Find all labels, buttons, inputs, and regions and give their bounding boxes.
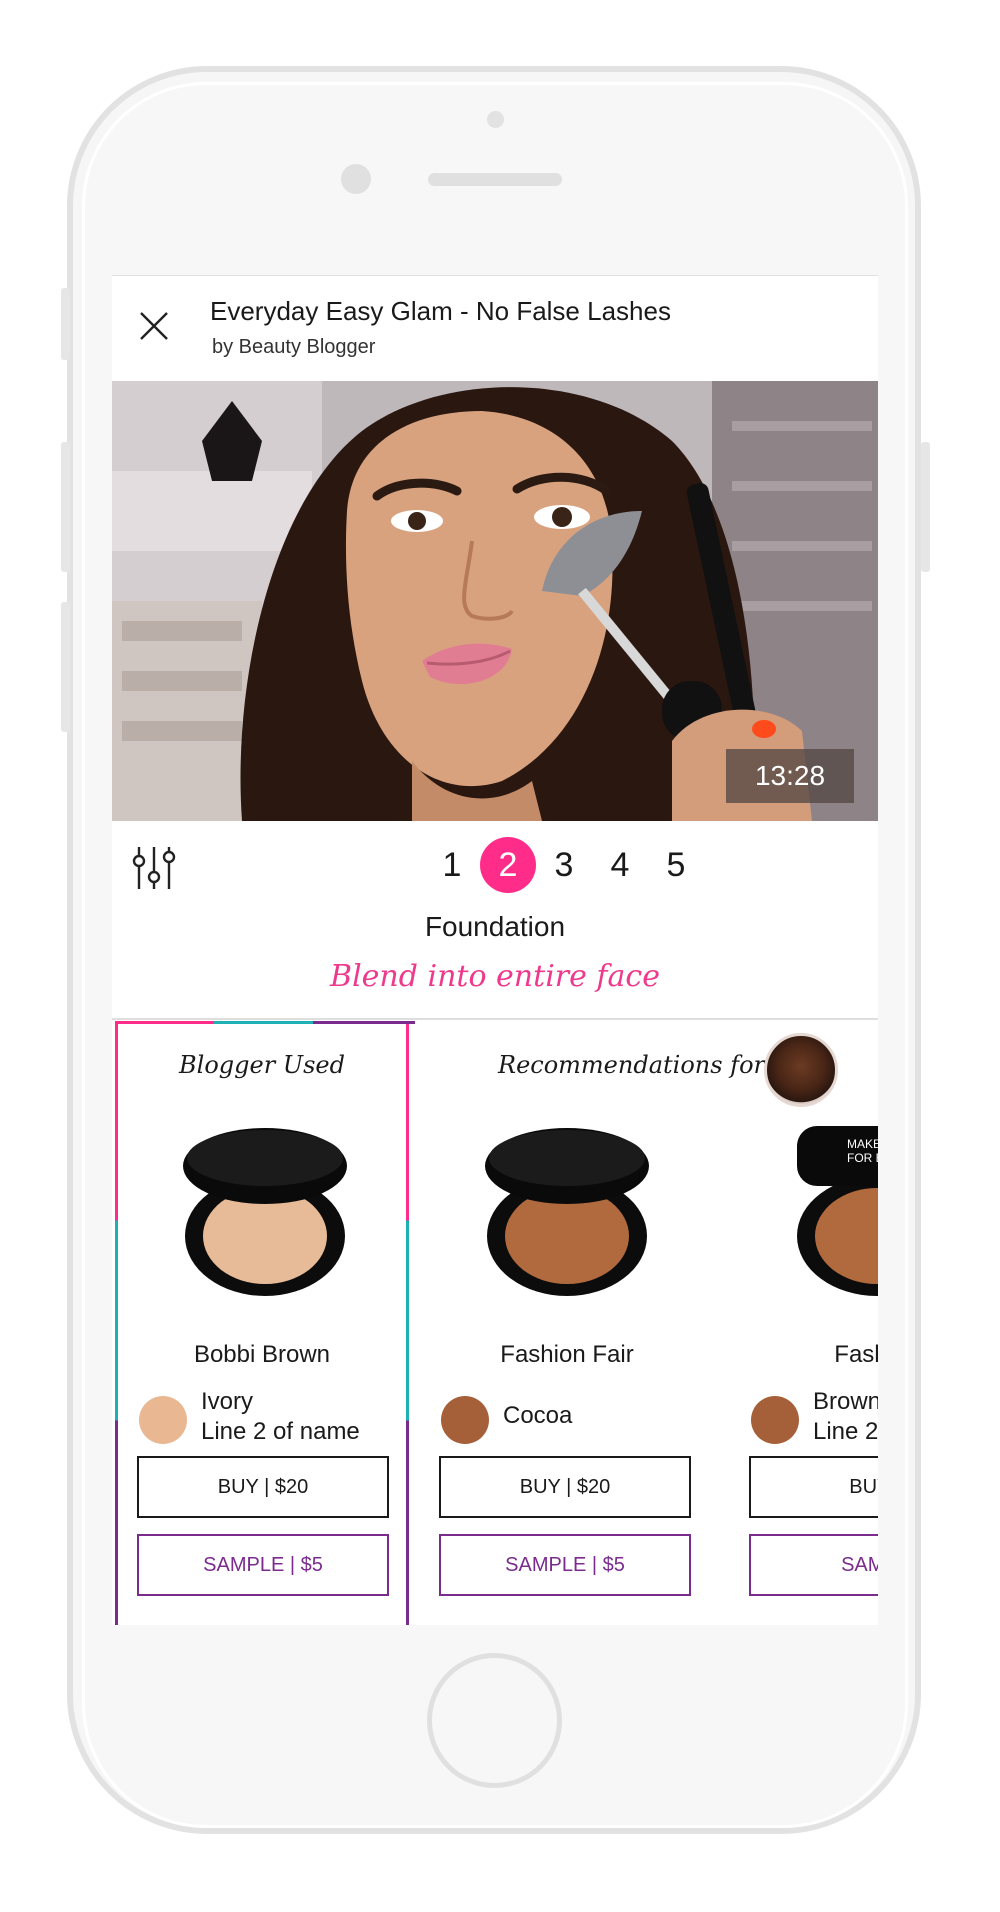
sample-button[interactable]: SAMPL (749, 1534, 878, 1596)
sample-button[interactable]: SAMPLE | $5 (439, 1534, 691, 1596)
product-image (183, 1128, 347, 1296)
buy-button[interactable]: BUY | (749, 1456, 878, 1518)
phone-silent-switch (61, 288, 70, 360)
video-title: Everyday Easy Glam - No False Lashes (210, 296, 671, 326)
shade-name: Ivory Line 2 of name (201, 1388, 360, 1445)
sample-button[interactable]: SAMPLE | $5 (137, 1534, 389, 1596)
step-tip: Blend into entire face (330, 959, 660, 994)
recommendation-card: MAKE FOR E Fashion Brown Line 2 BUY | SA… (727, 1021, 878, 1625)
product-image: MAKE FOR E (797, 1126, 878, 1296)
step-controls: 1 2 3 4 5 Foundation Blend into entire f… (112, 821, 878, 1021)
video-player[interactable]: 13:28 (112, 381, 878, 821)
step-1[interactable]: 1 (424, 837, 480, 893)
shade-name: Cocoa (503, 1402, 573, 1429)
phone-power-button (921, 442, 930, 572)
recommendation-card: Fashion Fair Cocoa BUY | $20 SAMPLE | $5 (417, 1021, 717, 1625)
buy-button[interactable]: BUY | $20 (137, 1456, 389, 1518)
product-brand: Fashion (834, 1341, 878, 1368)
shade-swatch (751, 1396, 799, 1444)
video-duration: 13:28 (726, 749, 854, 803)
filter-button[interactable] (132, 845, 176, 891)
step-name: Foundation (424, 911, 566, 942)
product-brand: Bobbi Brown (193, 1341, 331, 1368)
blogger-used-heading: Blogger Used (179, 1051, 345, 1079)
close-icon (140, 312, 168, 340)
blogger-used-card: Blogger Used Bobbi Brown Ivory Line 2 of… (112, 1021, 415, 1625)
app-screen: Everyday Easy Glam - No False Lashes by … (112, 275, 878, 1625)
home-button[interactable] (427, 1653, 562, 1788)
video-author: by Beauty Blogger (212, 336, 376, 358)
proximity-sensor (487, 111, 504, 128)
product-brand: Fashion Fair (500, 1341, 634, 1368)
sliders-icon (132, 847, 176, 889)
step-2[interactable]: 2 (480, 837, 536, 893)
buy-button[interactable]: BUY | $20 (439, 1456, 691, 1518)
shade-name: Brown Line 2 (813, 1388, 878, 1445)
product-carousel[interactable]: Blogger Used Bobbi Brown Ivory Line 2 of… (112, 1021, 878, 1625)
close-button[interactable] (138, 310, 170, 342)
section-divider (112, 1018, 878, 1020)
product-image (485, 1128, 649, 1296)
video-header: Everyday Easy Glam - No False Lashes by … (112, 276, 878, 381)
earpiece-speaker (428, 173, 562, 186)
svg-text:FOR E: FOR E (847, 1151, 878, 1165)
card-border (115, 1021, 118, 1625)
phone-volume-up (61, 442, 70, 572)
card-border (115, 1021, 415, 1024)
step-3[interactable]: 3 (536, 837, 592, 893)
shade-swatch (441, 1396, 489, 1444)
card-border (406, 1021, 409, 1625)
step-5[interactable]: 5 (648, 837, 704, 893)
front-camera (341, 164, 371, 194)
step-selector: 1 2 3 4 5 (424, 837, 704, 893)
shade-swatch (139, 1396, 187, 1444)
phone-volume-down (61, 602, 70, 732)
step-4[interactable]: 4 (592, 837, 648, 893)
svg-text:MAKE: MAKE (847, 1137, 878, 1151)
